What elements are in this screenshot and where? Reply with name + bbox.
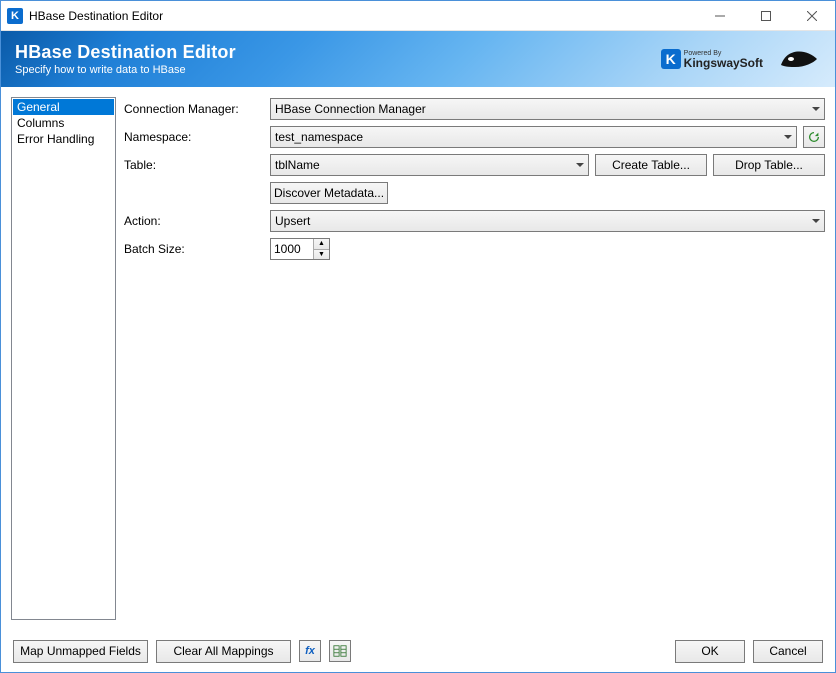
create-table-button[interactable]: Create Table... <box>595 154 707 176</box>
banner-subtitle: Specify how to write data to HBase <box>15 64 236 76</box>
fx-icon: fx <box>305 645 315 657</box>
drop-table-button[interactable]: Drop Table... <box>713 154 825 176</box>
action-value: Upsert <box>275 214 310 228</box>
sidebar-item-error-handling[interactable]: Error Handling <box>13 131 114 147</box>
columns-tool-button[interactable] <box>329 640 351 662</box>
header-banner: HBase Destination Editor Specify how to … <box>1 31 835 87</box>
titlebar: K HBase Destination Editor <box>1 1 835 31</box>
connection-manager-value: HBase Connection Manager <box>275 102 426 116</box>
chevron-down-icon <box>812 107 820 111</box>
clear-all-mappings-button[interactable]: Clear All Mappings <box>156 640 291 663</box>
cancel-button[interactable]: Cancel <box>753 640 823 663</box>
connection-manager-combo[interactable]: HBase Connection Manager <box>270 98 825 120</box>
close-button[interactable] <box>789 1 835 31</box>
batch-size-label: Batch Size: <box>124 242 264 256</box>
batch-size-input[interactable]: ▲ ▼ <box>270 238 330 260</box>
chevron-down-icon <box>812 219 820 223</box>
table-value: tblName <box>275 158 320 172</box>
chevron-down-icon <box>784 135 792 139</box>
discover-metadata-button[interactable]: Discover Metadata... <box>270 182 388 204</box>
namespace-label: Namespace: <box>124 130 264 144</box>
window-title: HBase Destination Editor <box>29 9 163 23</box>
banner-title: HBase Destination Editor <box>15 42 236 63</box>
kingswaysoft-logo: K Powered By KingswaySoft <box>661 49 763 69</box>
table-label: Table: <box>124 158 264 172</box>
namespace-value: test_namespace <box>275 130 363 144</box>
orca-icon <box>777 45 821 73</box>
refresh-namespace-button[interactable] <box>803 126 825 148</box>
content-area: General Columns Error Handling Connectio… <box>1 87 835 630</box>
footer: Map Unmapped Fields Clear All Mappings f… <box>1 630 835 672</box>
spin-down-button[interactable]: ▼ <box>314 250 329 260</box>
sidebar-item-columns[interactable]: Columns <box>13 115 114 131</box>
sidebar-item-general[interactable]: General <box>13 99 114 115</box>
spin-up-button[interactable]: ▲ <box>314 239 329 250</box>
ok-button[interactable]: OK <box>675 640 745 663</box>
app-icon: K <box>7 8 23 24</box>
maximize-button[interactable] <box>743 1 789 31</box>
action-label: Action: <box>124 214 264 228</box>
sidebar: General Columns Error Handling <box>11 97 116 620</box>
form-area: Connection Manager: HBase Connection Man… <box>124 97 825 620</box>
fx-button[interactable]: fx <box>299 640 321 662</box>
chevron-down-icon <box>576 163 584 167</box>
logo-tile: K <box>661 49 681 69</box>
map-unmapped-fields-button[interactable]: Map Unmapped Fields <box>13 640 148 663</box>
action-combo[interactable]: Upsert <box>270 210 825 232</box>
app-icon-letter: K <box>11 10 19 22</box>
namespace-combo[interactable]: test_namespace <box>270 126 797 148</box>
batch-size-field[interactable] <box>271 239 313 259</box>
kingswaysoft-label: KingswaySoft <box>684 57 763 69</box>
table-combo[interactable]: tblName <box>270 154 589 176</box>
connection-manager-label: Connection Manager: <box>124 102 264 116</box>
minimize-button[interactable] <box>697 1 743 31</box>
